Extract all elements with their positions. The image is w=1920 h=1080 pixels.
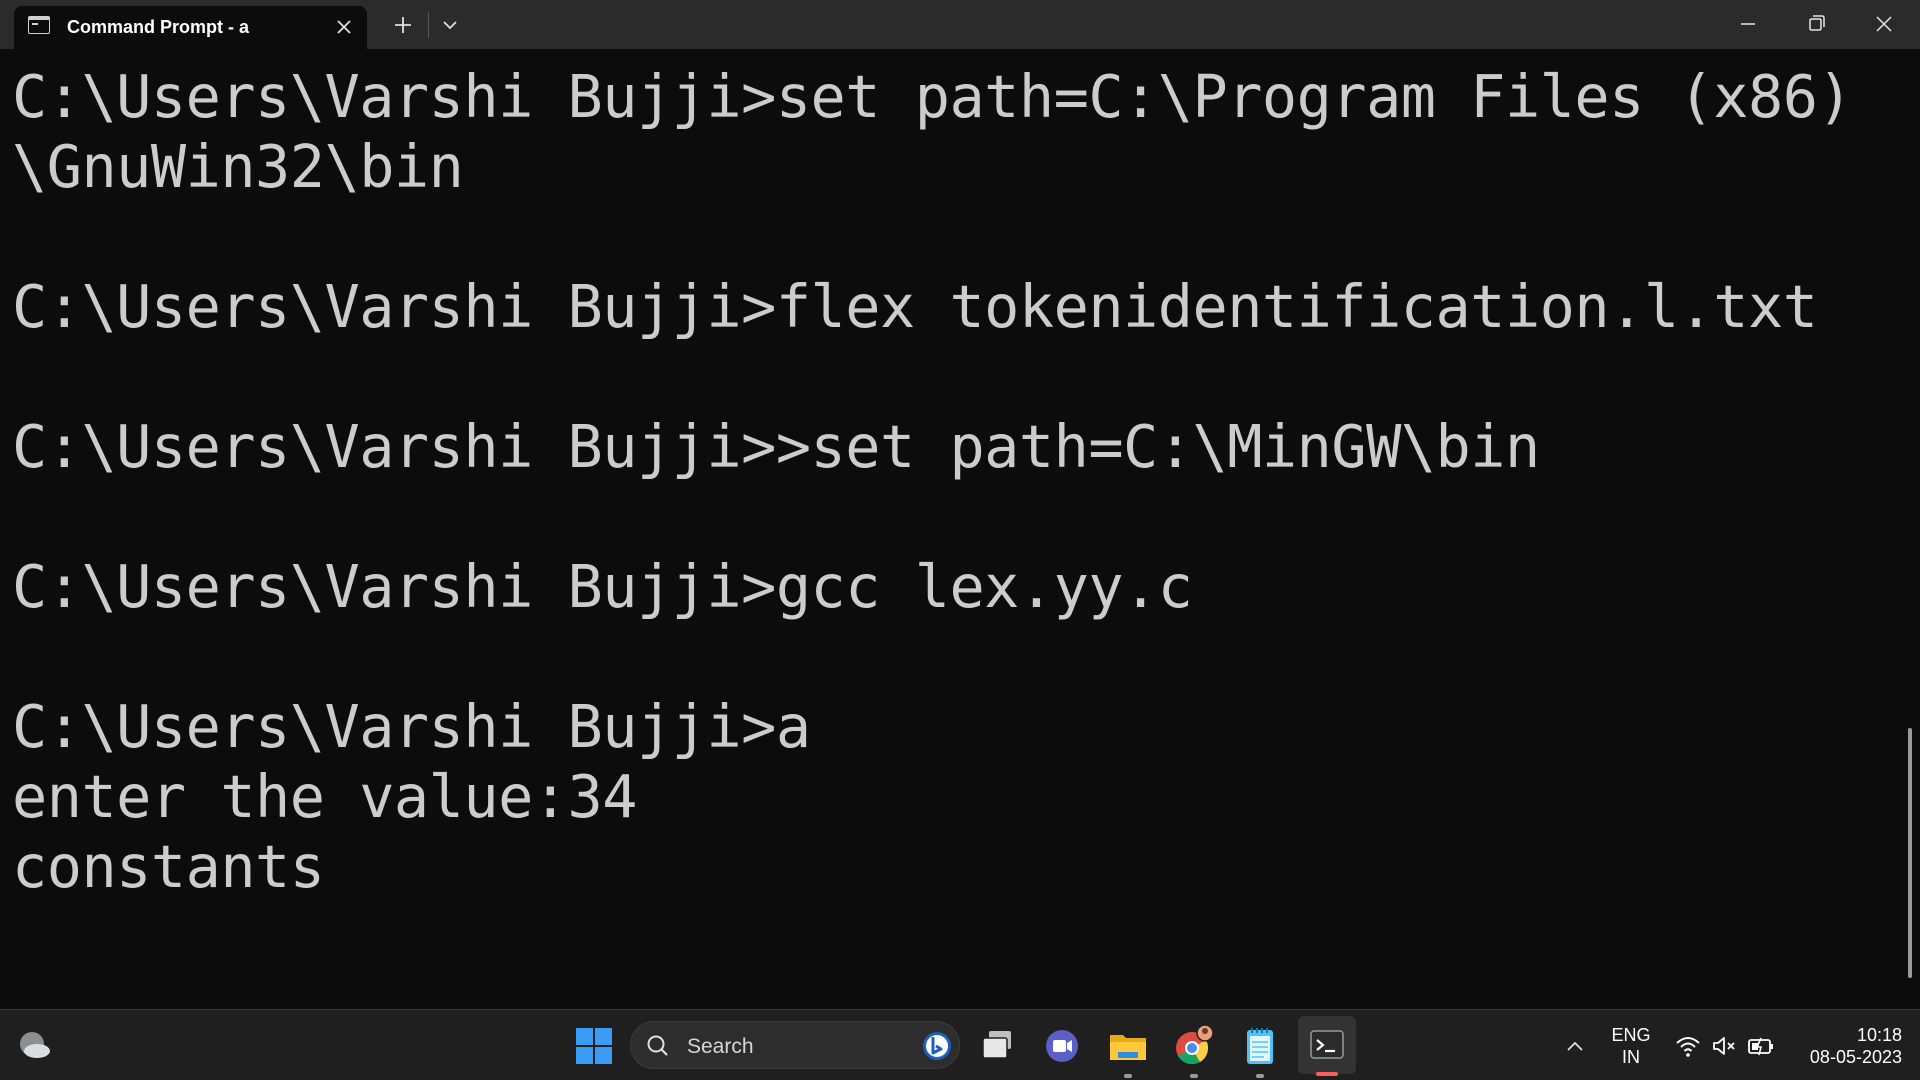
folder-icon — [1110, 1035, 1146, 1060]
console-output[interactable]: C:\Users\Varshi Bujji>set path=C:\Progra… — [0, 49, 1920, 1009]
console-line: C:\Users\Varshi Bujji>flex tokenidentifi… — [12, 273, 1818, 341]
tab-title: Command Prompt - a — [67, 17, 250, 37]
bing-icon[interactable] — [921, 1030, 953, 1062]
language-code: ENG — [1611, 1025, 1651, 1045]
notepad-icon — [1247, 1028, 1273, 1064]
taskbar: Search ENG IN 10:18 08-05-2023 — [0, 1009, 1920, 1080]
task-view-icon[interactable] — [974, 1022, 1022, 1070]
teams-chat-icon[interactable] — [1038, 1022, 1086, 1070]
tab-separator — [428, 12, 429, 38]
wifi-icon[interactable] — [1674, 1032, 1702, 1060]
clock-time: 10:18 — [1856, 1025, 1902, 1045]
chevron-down-icon[interactable] — [433, 8, 467, 42]
console-line: enter the value:34 — [12, 763, 637, 831]
windows-start-icon[interactable] — [570, 1022, 618, 1070]
weather-icon[interactable] — [10, 1022, 58, 1070]
active-indicator — [1316, 1072, 1338, 1076]
running-indicator — [1256, 1074, 1264, 1078]
file-explorer-button[interactable] — [1104, 1022, 1152, 1078]
title-bar: Command Prompt - a — [0, 0, 1920, 49]
search-icon — [647, 1035, 668, 1056]
chrome-button[interactable] — [1170, 1022, 1218, 1078]
volume-muted-icon[interactable] — [1710, 1032, 1738, 1060]
console-line: constants — [12, 833, 325, 901]
restore-icon[interactable] — [1782, 0, 1850, 49]
tab-command-prompt[interactable]: Command Prompt - a — [14, 6, 367, 49]
search-label: Search — [687, 1035, 754, 1058]
close-window-icon[interactable] — [1850, 0, 1918, 49]
chevron-up-icon[interactable] — [1562, 1033, 1588, 1059]
clock-date: 08-05-2023 — [1809, 1047, 1902, 1067]
taskbar-search-box[interactable]: Search — [630, 1021, 960, 1069]
minimize-icon[interactable] — [1714, 0, 1782, 49]
running-indicator — [1124, 1074, 1132, 1078]
console-line: C:\Users\Varshi Bujji>gcc lex.yy.c — [12, 553, 1193, 621]
battery-charging-icon[interactable] — [1746, 1032, 1776, 1060]
chrome-icon — [1176, 1024, 1214, 1065]
region-code: IN — [1622, 1047, 1640, 1067]
language-indicator[interactable]: ENG IN — [1606, 1024, 1656, 1068]
terminal-icon — [1310, 1030, 1344, 1059]
notepad-button[interactable] — [1236, 1022, 1284, 1078]
running-indicator — [1190, 1074, 1198, 1078]
close-tab-icon[interactable] — [332, 15, 356, 39]
console-line: C:\Users\Varshi Bujji>>set path=C:\MinGW… — [12, 413, 1540, 481]
terminal-button[interactable] — [1298, 1016, 1356, 1076]
scrollbar-thumb[interactable] — [1908, 728, 1912, 978]
console-line: C:\Users\Varshi Bujji>a — [12, 693, 811, 761]
terminal-icon — [28, 16, 50, 34]
clock[interactable]: 10:18 08-05-2023 — [1790, 1024, 1902, 1068]
new-tab-icon[interactable] — [386, 8, 420, 42]
console-line: C:\Users\Varshi Bujji>set path=C:\Progra… — [12, 63, 1853, 131]
console-line: \GnuWin32\bin — [12, 133, 464, 201]
